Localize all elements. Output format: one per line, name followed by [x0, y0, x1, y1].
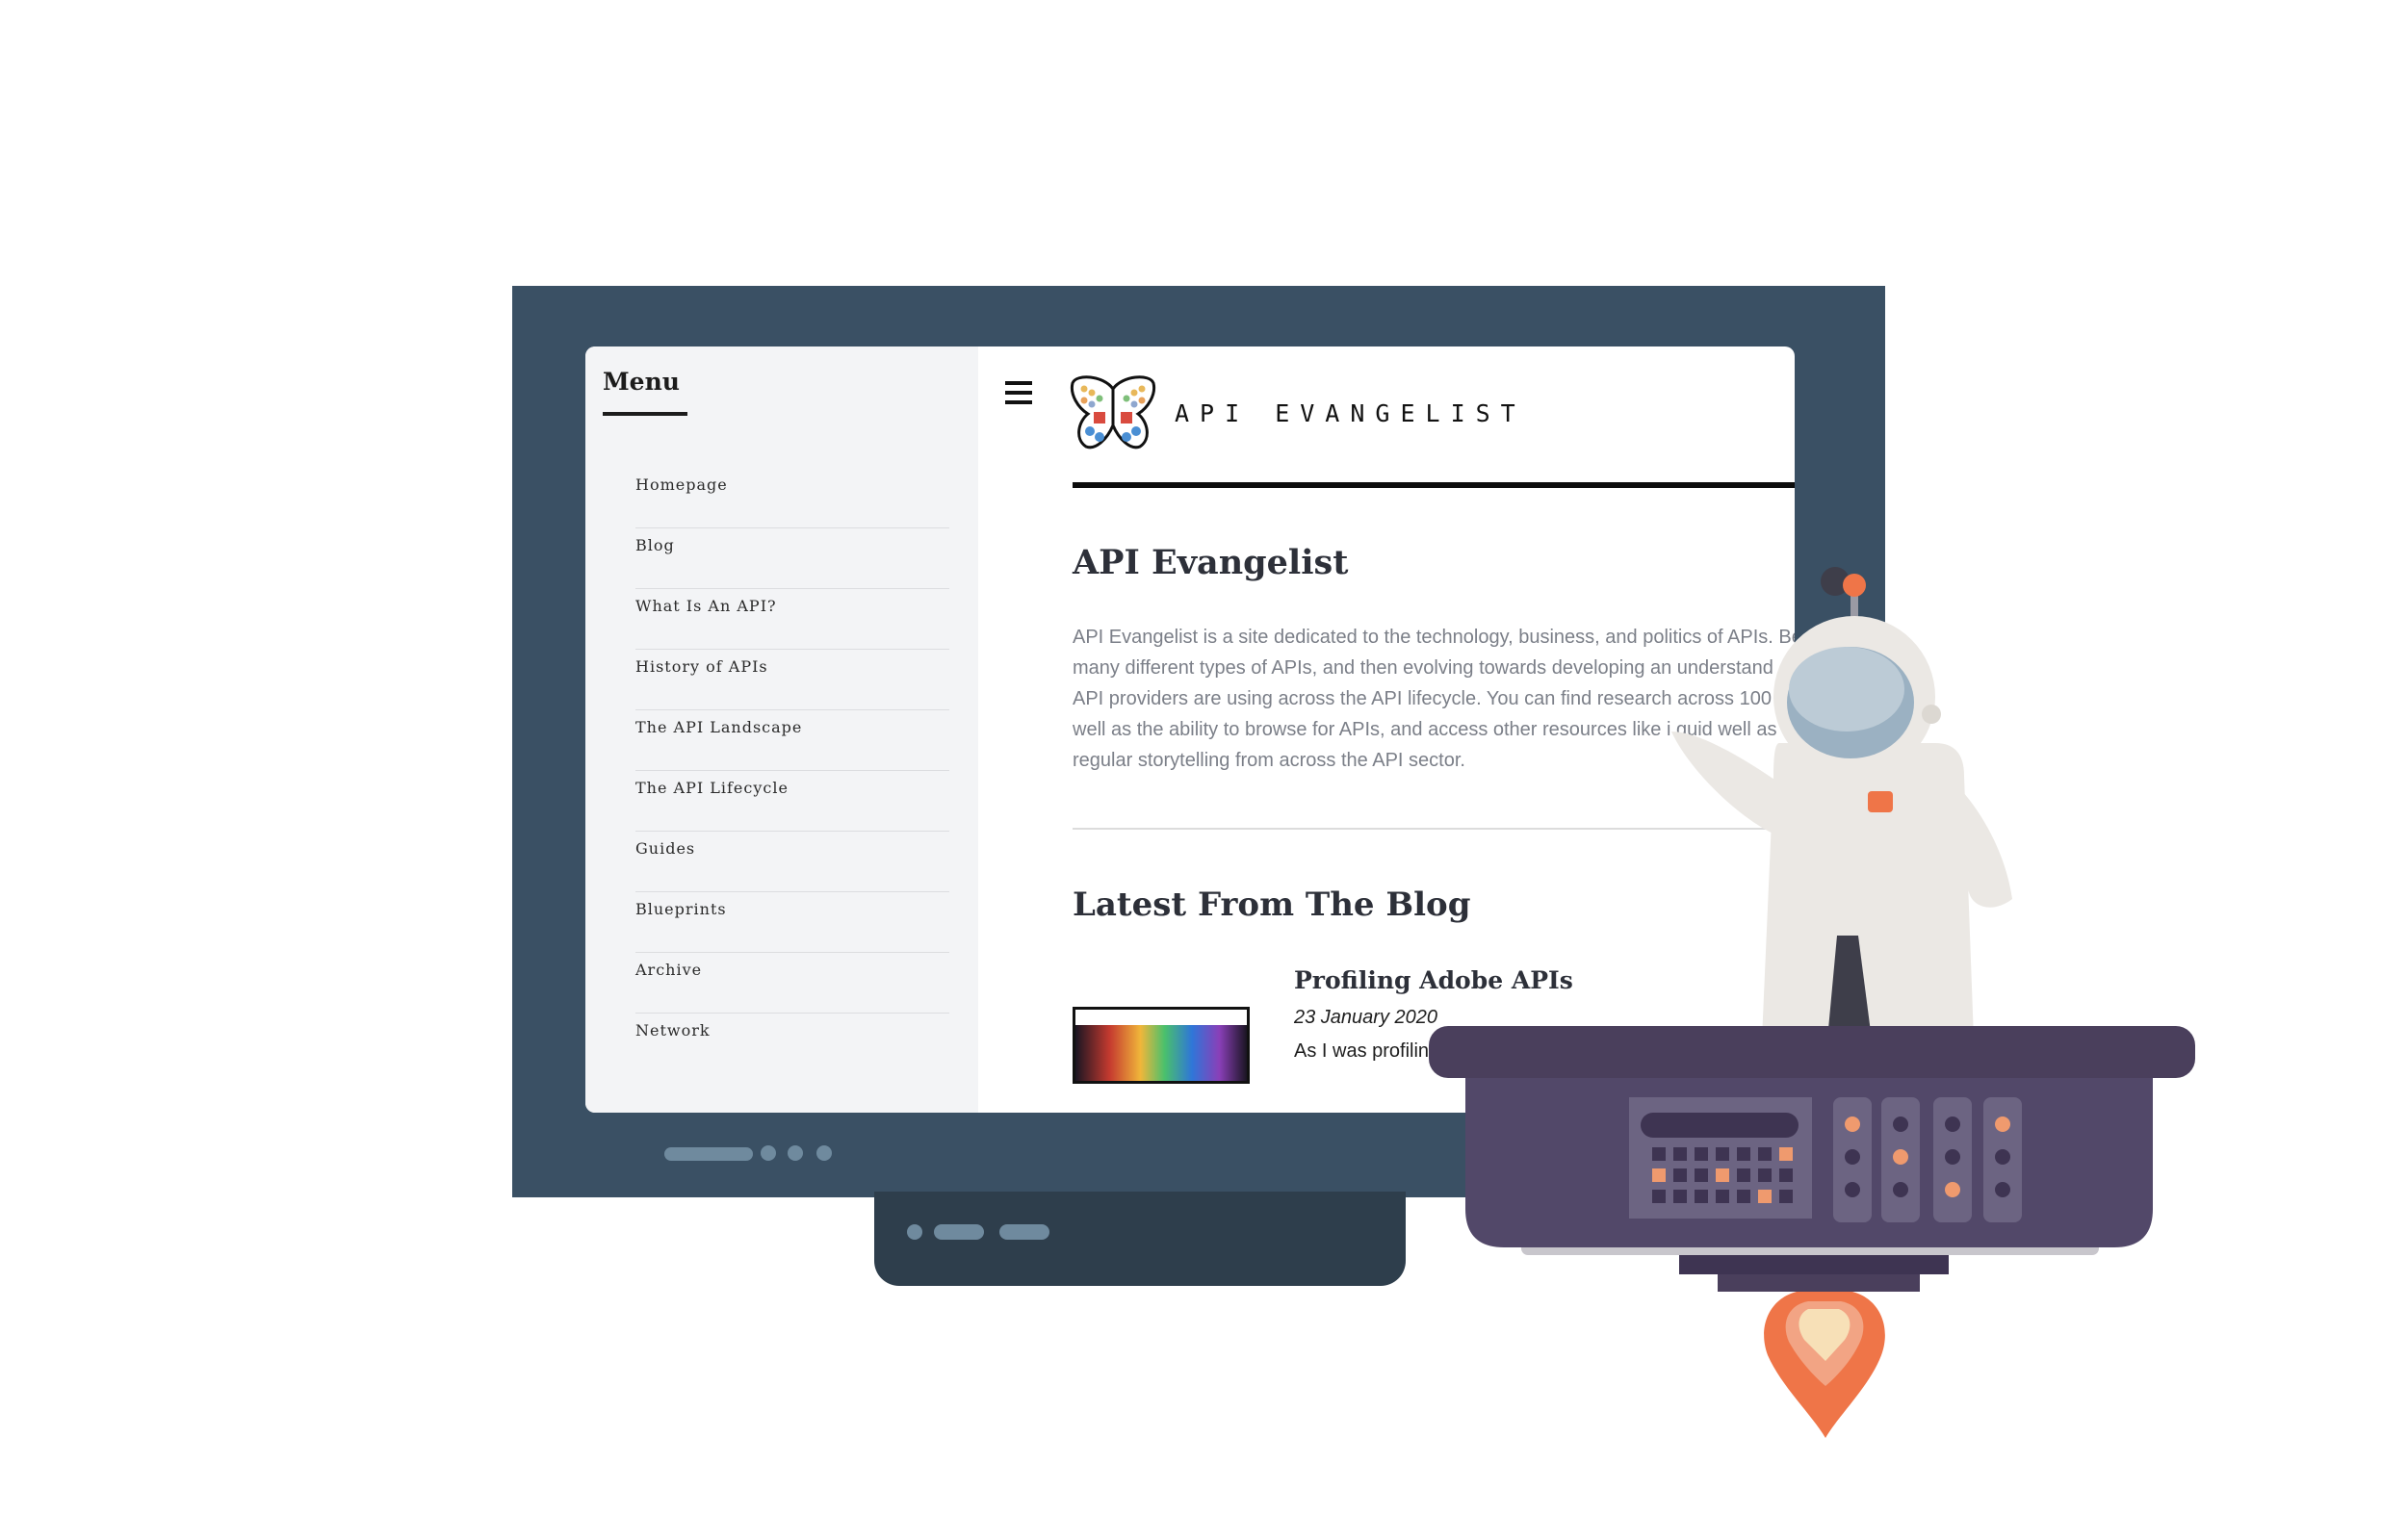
astronaut-figure — [1671, 616, 2012, 1040]
antenna-icon — [1821, 567, 1866, 618]
rocket-ship — [1429, 1026, 2195, 1438]
astronaut-rocket-illustration — [1429, 567, 2195, 1438]
